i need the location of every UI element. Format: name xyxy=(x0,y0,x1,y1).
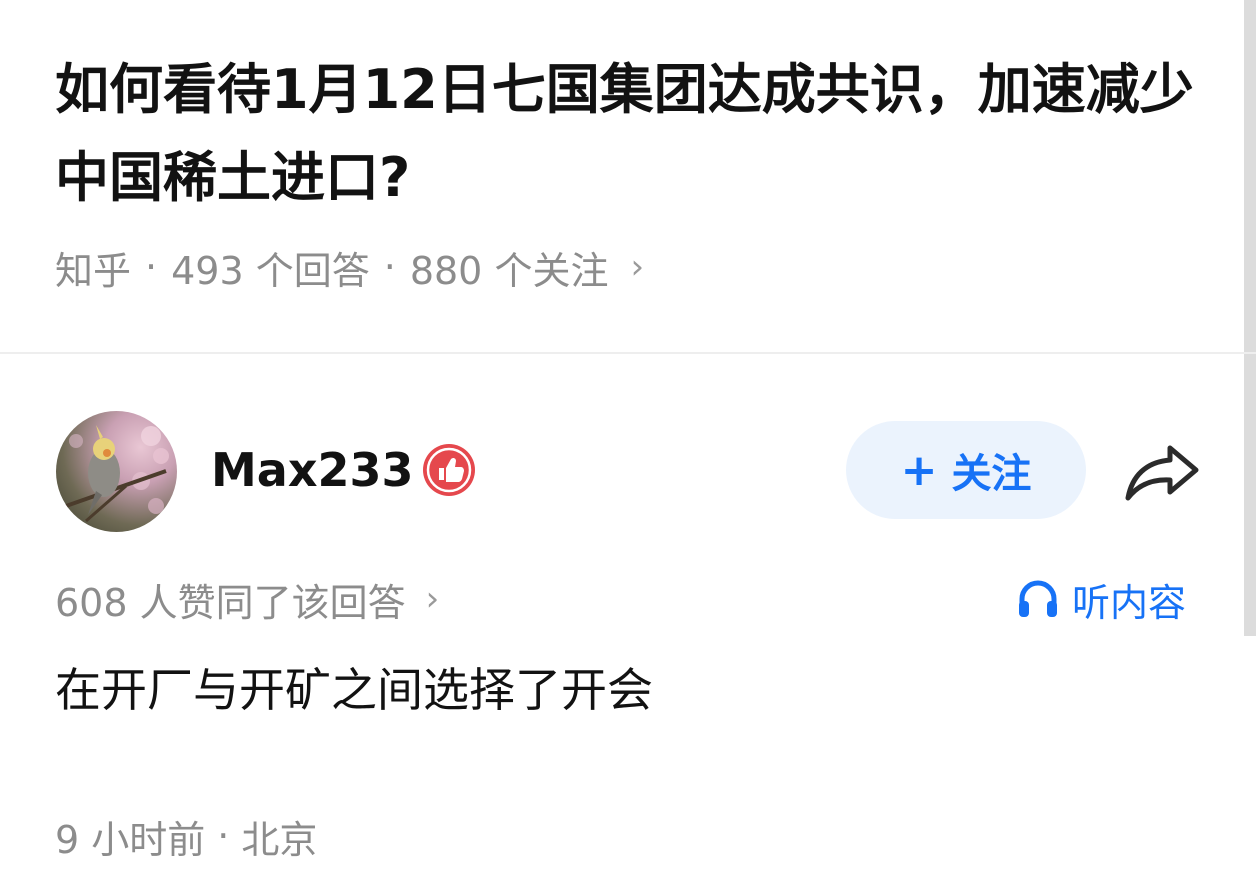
question-title[interactable]: 如何看待1月12日七国集团达成共识，加速减少中国稀土进口? xyxy=(55,46,1205,222)
listen-button[interactable]: 听内容 xyxy=(1016,572,1186,626)
share-arrow-icon[interactable] xyxy=(1122,440,1202,504)
answer-location: 北京 xyxy=(241,817,318,862)
thumbs-up-badge-icon xyxy=(423,444,475,496)
section-divider xyxy=(0,352,1256,354)
meta-separator: · xyxy=(383,245,396,289)
scrollbar-track[interactable] xyxy=(1244,0,1256,636)
question-answer-count: 493 个回答 xyxy=(171,248,370,293)
question-follower-count: 880 个关注 xyxy=(409,248,609,293)
meta-separator: · xyxy=(145,245,158,289)
listen-label: 听内容 xyxy=(1072,580,1187,625)
follow-label: 关注 xyxy=(951,451,1032,497)
author-name[interactable]: Max233 xyxy=(211,438,414,502)
chevron-right-icon: › xyxy=(425,579,440,619)
chevron-right-icon: › xyxy=(630,247,645,287)
answer-content[interactable]: 在开厂与开矿之间选择了开会 xyxy=(55,655,653,725)
follow-button[interactable]: + 关注 xyxy=(846,421,1086,519)
answer-footer: 9 小时前 · 北京 xyxy=(55,808,317,864)
question-source: 知乎 xyxy=(55,248,132,293)
avatar-bird-photo-icon xyxy=(65,425,169,523)
headphones-icon xyxy=(1019,580,1057,617)
question-meta[interactable]: 知乎 · 493 个回答 · 880 个关注 › xyxy=(55,240,644,294)
plus-icon: + xyxy=(900,444,938,496)
footer-separator: · xyxy=(217,814,230,858)
vote-count[interactable]: 608 人赞同了该回答 › xyxy=(55,572,439,626)
answer-time: 9 小时前 xyxy=(55,817,206,862)
avatar[interactable] xyxy=(56,411,177,532)
vote-count-text: 608 人赞同了该回答 xyxy=(55,580,406,625)
